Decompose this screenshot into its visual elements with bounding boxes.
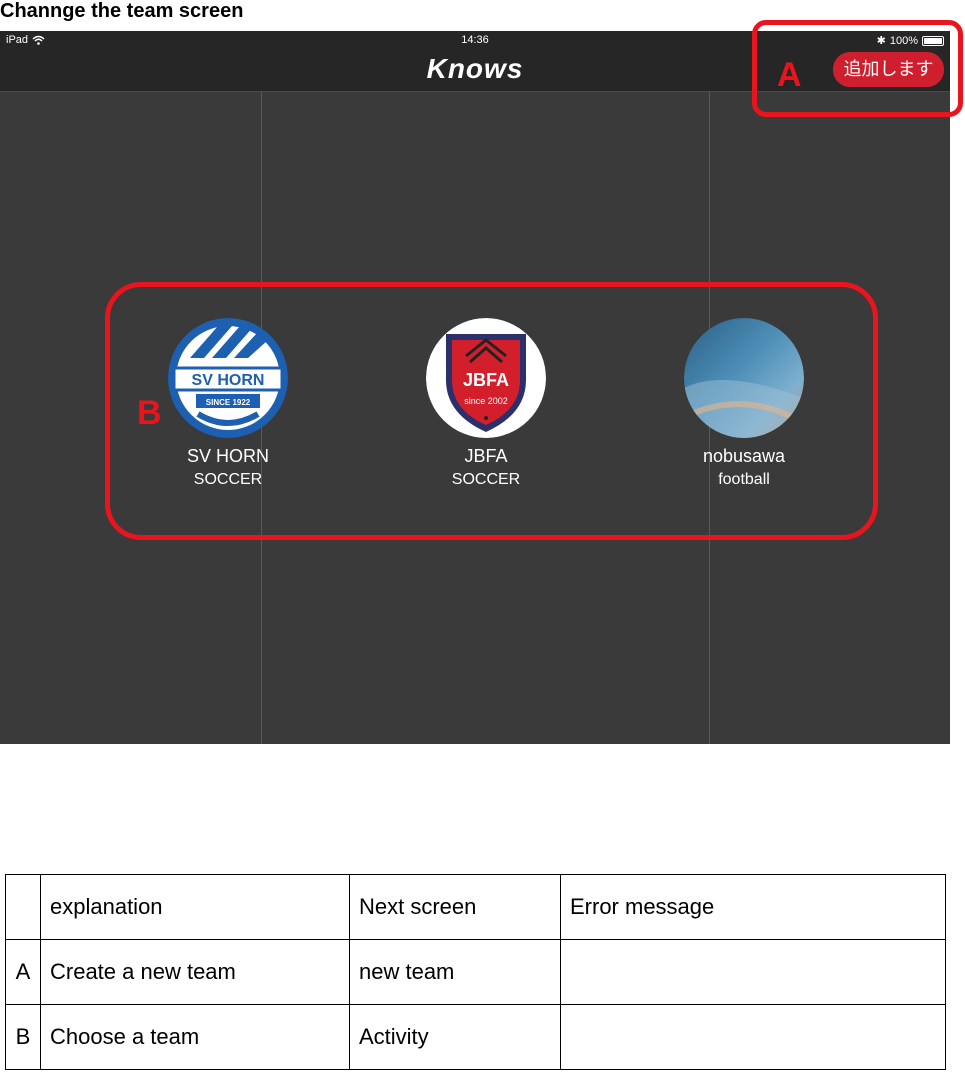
table-cell bbox=[560, 939, 946, 1005]
table-cell: Activity bbox=[349, 1004, 561, 1070]
table-cell: B bbox=[5, 1004, 41, 1070]
annotation-label-b: B bbox=[137, 394, 162, 432]
table-cell: Create a new team bbox=[40, 939, 350, 1005]
table-cell bbox=[560, 1004, 946, 1070]
table-cell: A bbox=[5, 939, 41, 1005]
table-cell: new team bbox=[349, 939, 561, 1005]
table-header-row: explanation Next screen Error message bbox=[5, 874, 946, 940]
table-cell: Choose a team bbox=[40, 1004, 350, 1070]
table-row: B Choose a team Activity bbox=[5, 1004, 946, 1070]
table-row: A Create a new team new team bbox=[5, 939, 946, 1005]
annotation-label-a: A bbox=[777, 56, 802, 94]
table-header-cell: Next screen bbox=[349, 874, 561, 940]
document-title: Channge the team screen bbox=[0, 0, 244, 22]
table-header-cell: Error message bbox=[560, 874, 946, 940]
table-header-cell bbox=[5, 874, 41, 940]
table-header-cell: explanation bbox=[40, 874, 350, 940]
explanation-table: explanation Next screen Error message A … bbox=[5, 874, 946, 1070]
annotation-box-b bbox=[105, 282, 878, 540]
